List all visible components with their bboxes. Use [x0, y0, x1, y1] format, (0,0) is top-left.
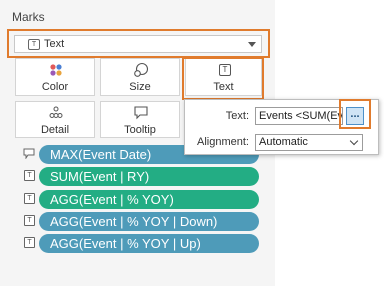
alignment-value: Automatic: [259, 136, 308, 148]
text-field[interactable]: Events <SUM(Even: [255, 107, 343, 125]
field-pill[interactable]: SUM(Event | RY): [39, 167, 259, 186]
field-pill[interactable]: AGG(Event | % YOY | Up): [39, 234, 259, 253]
detail-card[interactable]: Detail: [15, 101, 95, 138]
field-pill[interactable]: AGG(Event | % YOY): [39, 190, 259, 209]
more-button-highlight: [339, 99, 371, 129]
speech-bubble-icon: [134, 106, 148, 120]
detail-label: Detail: [40, 124, 70, 136]
tooltip-label: Tooltip: [124, 124, 156, 136]
text-box-icon: T: [24, 193, 35, 204]
size-card[interactable]: Size: [100, 58, 180, 96]
text-box-icon: T: [24, 237, 35, 248]
tooltip-icon: [23, 148, 35, 159]
chevron-down-icon: [349, 136, 359, 146]
color-dots-icon: [50, 64, 62, 76]
text-box-icon: T: [24, 170, 35, 181]
text-card-highlight: [182, 57, 264, 100]
alignment-label: Alignment:: [197, 136, 249, 148]
text-field-label: Text:: [225, 110, 249, 122]
dropdown-highlight: [7, 29, 270, 58]
marks-title: Marks: [12, 10, 45, 24]
field-pill[interactable]: AGG(Event | % YOY | Down): [39, 212, 259, 231]
alignment-select[interactable]: Automatic: [255, 134, 363, 151]
tooltip-card[interactable]: Tooltip: [100, 101, 180, 138]
color-card[interactable]: Color: [15, 58, 95, 96]
detail-dots-icon: [49, 106, 63, 118]
size-icon: [134, 62, 149, 77]
color-label: Color: [41, 81, 69, 93]
size-label: Size: [129, 81, 151, 93]
text-box-icon: T: [24, 215, 35, 226]
